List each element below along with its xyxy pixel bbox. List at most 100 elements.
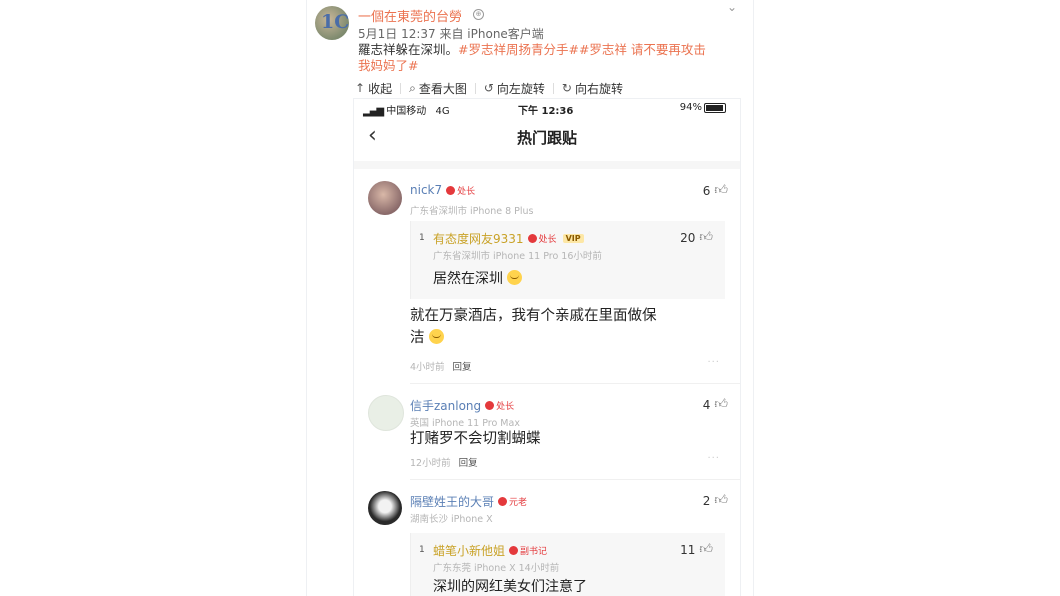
quote-text: 居然在深圳	[433, 268, 522, 288]
like-button[interactable]: 6 👍︎	[703, 183, 728, 198]
badge-icon	[527, 234, 537, 243]
author-badge-icon: ⊕	[473, 9, 484, 20]
like-count: 2	[702, 493, 711, 508]
badge-icon	[446, 185, 456, 195]
quote-text-content: 居然在深圳	[433, 271, 503, 287]
badge-icon	[485, 401, 495, 410]
quote-location: 广东省深圳市 iPhone 11 Pro 16小时前	[433, 251, 602, 262]
quote-author[interactable]: 有态度网友9331 处长 VIP	[433, 230, 584, 247]
toolbar-divider	[474, 82, 476, 94]
sunglasses-emoji-icon	[428, 329, 444, 344]
comment-meta: 12小时前 回复	[410, 455, 478, 469]
reply-button[interactable]: 回复	[459, 458, 478, 469]
avatar[interactable]	[368, 491, 402, 525]
battery: 94%	[680, 102, 726, 113]
toolbar-divider	[552, 82, 554, 94]
status-bar: ▂▄▆ 中国移动 4G 下午 12:36 94%	[354, 99, 740, 117]
quoted-comment[interactable]: 1 蜡笔小新他姐 副书记 11 👍︎ 广东东莞 iPhone X 14小时前 深…	[410, 533, 725, 596]
post-hashtags[interactable]: #罗志祥周扬青分手##罗志祥 请不要再攻击	[458, 42, 706, 57]
comment-text-line2: 洁	[410, 330, 425, 346]
view-large-button[interactable]: ⌕ 查看大图	[409, 80, 467, 97]
author-avatar[interactable]: 1C	[315, 6, 349, 40]
rotate-left-button[interactable]: ↺ 向左旋转	[484, 80, 545, 97]
like-button[interactable]: 2 👍︎	[703, 493, 728, 508]
badge-icon	[509, 546, 519, 555]
post-header: 1C 一個在東莞的台勞 ⊕ ⌄ 5月1日 12:37 来自 iPhone客户端 …	[307, 0, 753, 100]
rank-badge-label: 元老	[509, 498, 528, 508]
collapse-icon: ↑	[355, 81, 366, 95]
rank-badge: 处长	[485, 399, 514, 412]
comment-author-name: nick7	[410, 183, 443, 197]
rank-badge: 元老	[498, 495, 527, 508]
comment-author[interactable]: 信手zanlong 处长	[410, 397, 514, 414]
comment-time: 4小时前	[410, 362, 445, 373]
like-button[interactable]: 20 👍︎	[680, 230, 713, 245]
floor-number: 1	[419, 233, 425, 243]
quoted-comment[interactable]: 1 有态度网友9331 处长 VIP 20 👍︎ 广东省深圳市 iPhone 1…	[410, 221, 725, 299]
rank-badge-label: 副书记	[520, 547, 548, 557]
thumbs-up-icon: 👍︎	[714, 493, 728, 508]
status-time: 下午 12:36	[518, 106, 574, 117]
comment-item: 隔壁姓王的大哥 元老 湖南长沙 iPhone X 2 👍︎ 1 蜡笔小新他姐 副…	[354, 487, 740, 596]
view-large-label: 查看大图	[418, 81, 467, 96]
divider	[410, 383, 740, 384]
divider	[410, 479, 740, 480]
like-count: 4	[702, 397, 711, 412]
vip-badge: VIP	[562, 234, 584, 243]
thumbs-up-icon: 👍︎	[714, 183, 728, 198]
reply-button[interactable]: 回复	[453, 362, 472, 373]
image-toolbar: ↑ 收起 ⌕ 查看大图 ↺ 向左旋转 ↻ 向右旋转	[355, 79, 631, 97]
chevron-down-icon[interactable]: ⌄	[727, 0, 737, 14]
post-plain-text: 羅志祥躲在深圳。	[358, 42, 459, 57]
author-name[interactable]: 一個在東莞的台勞	[358, 6, 462, 25]
post-meta: 5月1日 12:37 来自 iPhone客户端	[358, 27, 544, 41]
rotate-right-label: 向右旋转	[574, 81, 623, 96]
zoom-icon: ⌕	[409, 80, 416, 95]
more-options-icon[interactable]: ···	[707, 357, 720, 368]
phone-screenshot: ▂▄▆ 中国移动 4G 下午 12:36 94% ‹ 热门跟贴 nick7 处长…	[353, 98, 741, 596]
collapse-label: 收起	[368, 81, 393, 96]
badge-icon	[498, 497, 508, 506]
avatar[interactable]	[368, 395, 404, 431]
rotate-right-button[interactable]: ↻ 向右旋转	[562, 80, 623, 97]
like-button[interactable]: 4 👍︎	[703, 397, 728, 412]
carrier-info: ▂▄▆ 中国移动 4G	[363, 102, 450, 117]
comment-author-name: 隔壁姓王的大哥	[410, 495, 495, 509]
comment-text: 打赌罗不会切割蝴蝶	[410, 431, 541, 447]
more-options-icon[interactable]: ···	[707, 453, 720, 464]
quote-location: 广东东莞 iPhone X 14小时前	[433, 563, 560, 574]
nav-separator	[354, 161, 740, 169]
grin-emoji-icon	[507, 270, 522, 285]
avatar[interactable]	[368, 181, 402, 215]
comment-location: 湖南长沙 iPhone X	[410, 514, 493, 525]
like-count: 20	[680, 230, 696, 245]
rotate-left-label: 向左旋转	[496, 81, 545, 96]
comment-author-name: 信手zanlong	[410, 399, 482, 413]
like-count: 6	[702, 183, 711, 198]
rank-badge-label: 处长	[496, 402, 515, 412]
battery-fill	[706, 104, 723, 111]
network-type: 4G	[435, 106, 450, 117]
weibo-post-frame: 1C 一個在東莞的台勞 ⊕ ⌄ 5月1日 12:37 来自 iPhone客户端 …	[307, 0, 753, 596]
comment-author[interactable]: 隔壁姓王的大哥 元老	[410, 493, 527, 510]
battery-label: 94%	[679, 102, 702, 113]
toolbar-divider	[400, 82, 402, 94]
comment-location: 广东省深圳市 iPhone 8 Plus	[410, 206, 534, 217]
carrier-name: 中国移动	[386, 106, 427, 117]
page-title: 热门跟贴	[516, 129, 577, 147]
rank-badge-label: 处长	[538, 235, 557, 245]
rotate-left-icon: ↺	[483, 81, 494, 95]
post-hashtags-cont[interactable]: 我妈妈了#	[358, 58, 418, 73]
comment-author[interactable]: nick7 处长	[410, 183, 475, 197]
rotate-right-icon: ↻	[561, 81, 572, 95]
comment-text-line1: 就在万豪酒店，我有个亲戚在里面做保	[410, 308, 657, 324]
rank-badge-label: 处长	[457, 186, 476, 197]
quote-author[interactable]: 蜡笔小新他姐 副书记	[433, 542, 547, 559]
collapse-button[interactable]: ↑ 收起	[355, 80, 392, 97]
comment-item: nick7 处长 广东省深圳市 iPhone 8 Plus 6 👍︎ 1 有态度…	[354, 177, 740, 377]
battery-icon	[704, 102, 726, 113]
quote-author-name: 有态度网友9331	[433, 232, 524, 246]
comment-text: 就在万豪酒店，我有个亲戚在里面做保 洁	[410, 305, 720, 349]
like-button[interactable]: 11 👍︎	[680, 542, 713, 557]
thumbs-up-icon: 👍︎	[714, 397, 728, 412]
